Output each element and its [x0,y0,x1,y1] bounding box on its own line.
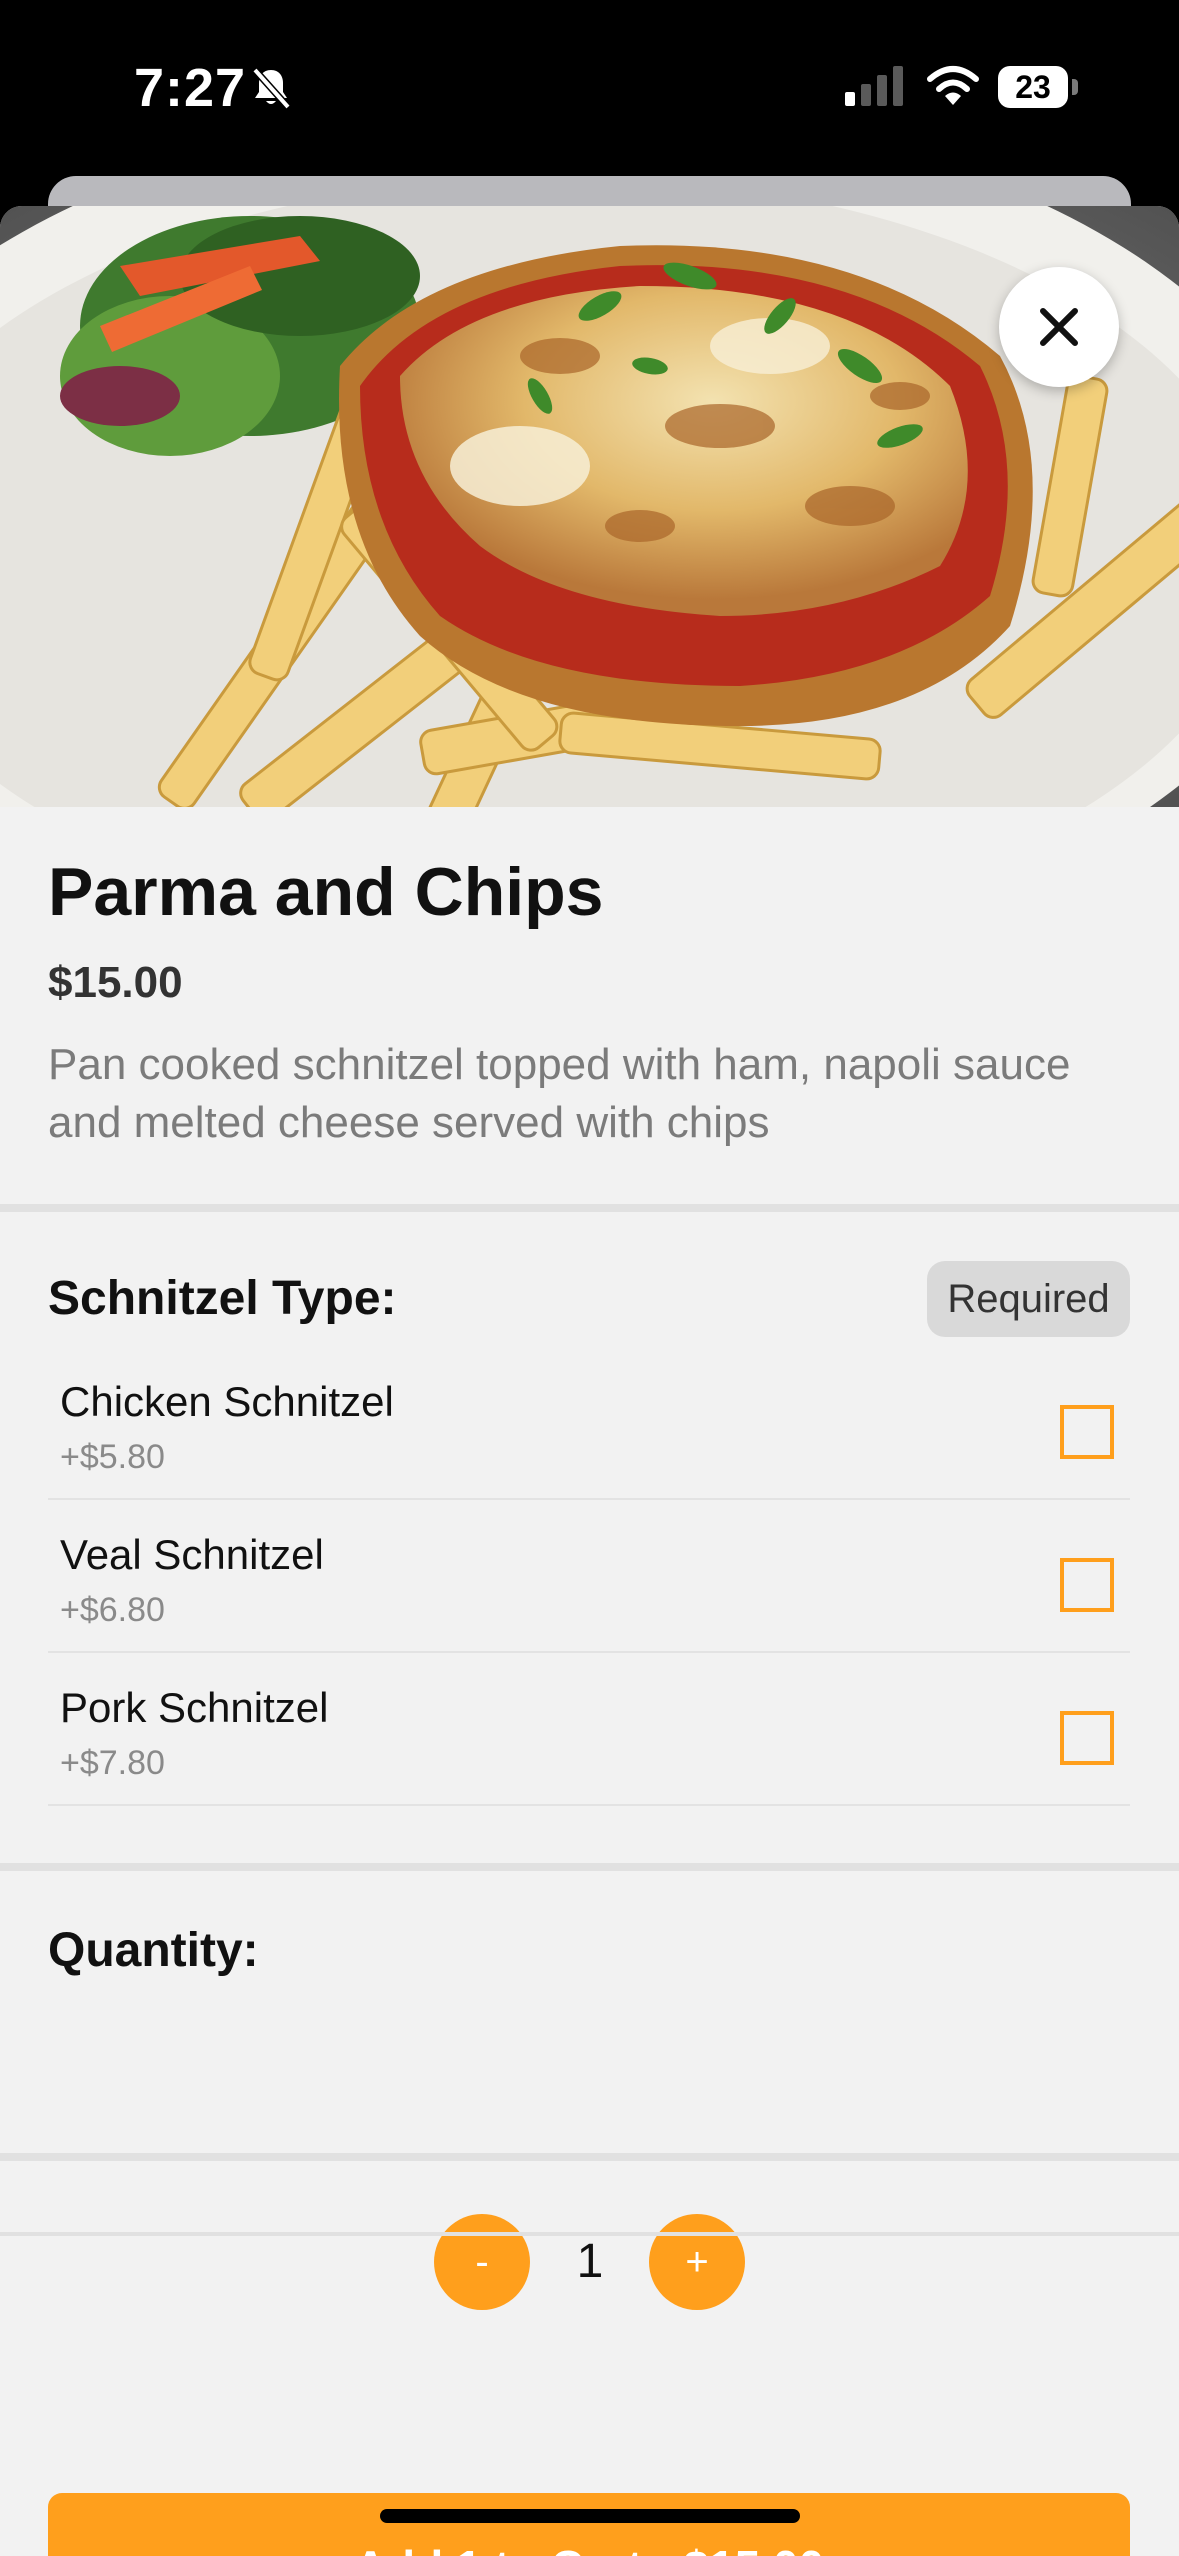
item-title: Parma and Chips [48,854,604,930]
quantity-value: 1 [576,2235,604,2288]
option-name: Chicken Schnitzel [60,1378,394,1425]
option-chicken-schnitzel[interactable]: Chicken Schnitzel +$5.80 [48,1347,1130,1500]
add-to-cart-button[interactable]: Add 1 to Cart · $15.00 [48,2493,1130,2556]
battery-icon: 23 [998,66,1078,108]
option-pork-schnitzel[interactable]: Pork Schnitzel +$7.80 [48,1653,1130,1806]
close-button[interactable] [999,267,1119,387]
section-divider [0,2153,1179,2161]
quantity-increment-button[interactable]: + [649,2214,745,2310]
status-time: 7:27 [134,58,247,118]
home-indicator [380,2509,800,2523]
chicken-schnitzel-checkbox[interactable] [1060,1405,1114,1459]
item-photo [0,206,1179,807]
option-name: Veal Schnitzel [60,1531,324,1578]
schnitzel-type-title: Schnitzel Type: [48,1272,397,1325]
option-price: +$6.80 [60,1591,165,1629]
status-bar: 7:27 23 [0,0,1179,175]
close-icon [1040,308,1078,346]
parma-and-chips-photo [0,206,1179,807]
battery-level: 23 [998,66,1068,108]
quantity-title: Quantity: [48,1924,259,1977]
footer-divider [0,2232,1179,2236]
quantity-decrement-button[interactable]: - [434,2214,530,2310]
item-detail-sheet: Parma and Chips $15.00 Pan cooked schnit… [0,206,1179,2556]
pork-schnitzel-checkbox[interactable] [1060,1711,1114,1765]
section-divider [0,1204,1179,1212]
option-name: Pork Schnitzel [60,1684,329,1731]
section-divider [0,1863,1179,1871]
veal-schnitzel-checkbox[interactable] [1060,1558,1114,1612]
item-price: $15.00 [48,958,183,1007]
schnitzel-type-options: Chicken Schnitzel +$5.80 Veal Schnitzel … [48,1347,1130,1806]
option-veal-schnitzel[interactable]: Veal Schnitzel +$6.80 [48,1500,1130,1653]
bell-slash-icon [252,67,291,110]
option-price: +$5.80 [60,1438,165,1476]
cellular-signal-icon [845,66,903,106]
wifi-icon [927,66,979,105]
option-price: +$7.80 [60,1744,165,1782]
battery-tip [1072,79,1078,95]
item-description: Pan cooked schnitzel topped with ham, na… [48,1040,1071,1147]
required-badge: Required [927,1261,1130,1337]
